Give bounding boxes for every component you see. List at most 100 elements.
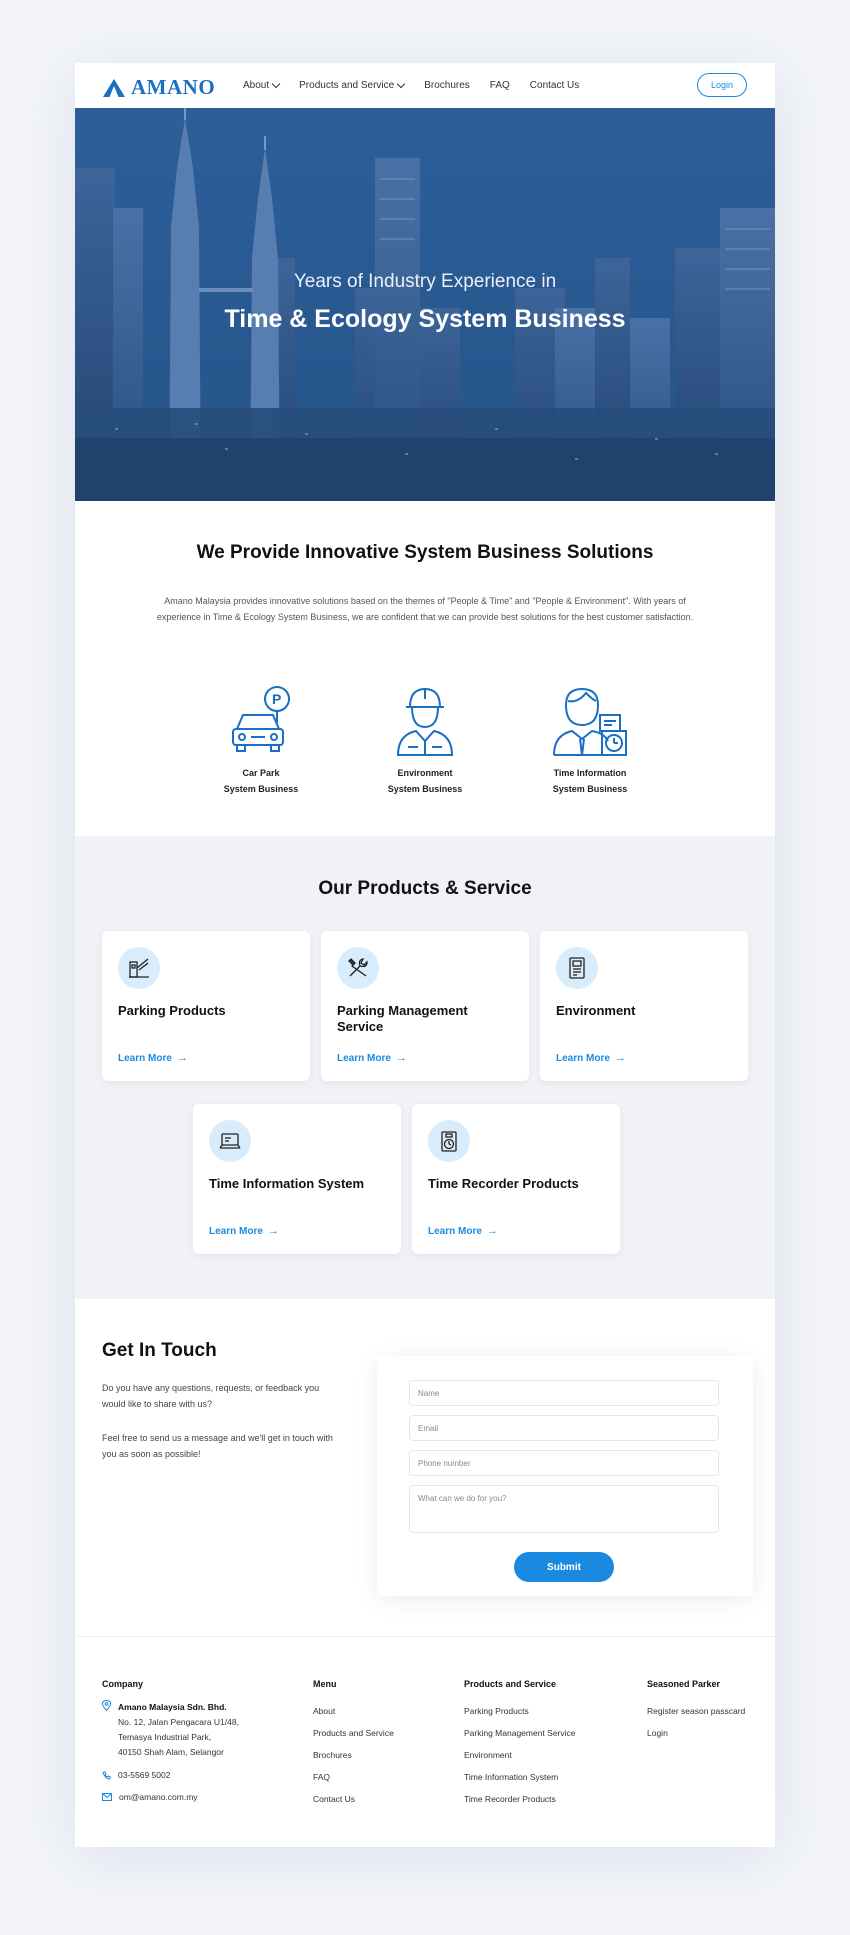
svg-text:P: P <box>272 691 281 707</box>
nav-item-contact-us[interactable]: Contact Us <box>530 80 579 91</box>
card-icon-circle <box>428 1120 470 1162</box>
submit-button[interactable]: Submit <box>514 1552 614 1582</box>
main-menu: About Products and Service Brochures FAQ… <box>243 63 579 108</box>
footer-menu: Menu About Products and Service Brochure… <box>313 1679 394 1810</box>
company-address-line: 40150 Shah Alam, Selangor <box>118 1747 224 1757</box>
product-card-environment[interactable]: Environment Learn More → <box>540 931 748 1081</box>
arrow-right-icon: → <box>486 1225 498 1237</box>
email-field[interactable]: Email <box>409 1415 719 1441</box>
chevron-down-icon <box>271 79 281 89</box>
solution-label-line2: System Business <box>387 784 463 794</box>
contact-paragraph-1: Do you have any questions, requests, or … <box>102 1383 320 1409</box>
footer-link-contact-us[interactable]: Contact Us <box>313 1788 394 1810</box>
footer-heading: Menu <box>313 1679 337 1689</box>
laptop-icon <box>219 1133 241 1149</box>
chevron-down-icon <box>396 79 406 89</box>
product-card-time-information[interactable]: Time Information System Learn More → <box>193 1104 401 1254</box>
card-title: Time Recorder Products <box>428 1176 579 1191</box>
message-textarea[interactable]: What can we do for you? <box>409 1485 719 1533</box>
nav-item-products-and-service[interactable]: Products and Service <box>299 79 406 91</box>
learn-more-link[interactable]: Learn More → <box>118 1052 188 1064</box>
nav-item-brochures[interactable]: Brochures <box>424 80 470 91</box>
arrow-right-icon: → <box>614 1052 626 1064</box>
card-icon-circle <box>118 947 160 989</box>
footer-seasoned-parker: Seasoned Parker Register season passcard… <box>647 1679 745 1744</box>
worker-icon <box>396 687 454 756</box>
company-address-line: Temasya Industrial Park, <box>118 1732 212 1742</box>
footer-link-faq[interactable]: FAQ <box>313 1766 394 1788</box>
amano-logo[interactable]: AMANO <box>103 75 215 100</box>
learn-more-link[interactable]: Learn More → <box>428 1225 498 1237</box>
logo-text: AMANO <box>131 75 216 99</box>
card-icon-circle <box>556 947 598 989</box>
learn-more-link[interactable]: Learn More → <box>337 1052 407 1064</box>
footer-link-register-season-passcard[interactable]: Register season passcard <box>647 1700 745 1722</box>
nav-item-label: About <box>243 80 270 91</box>
solutions-description: Amano Malaysia provides innovative solut… <box>156 596 694 622</box>
solution-label-line1: Car Park <box>242 768 280 778</box>
footer-divider <box>75 1636 775 1637</box>
nav-item-label: Contact Us <box>529 80 580 91</box>
arrow-right-icon: → <box>176 1052 188 1064</box>
solutions-title: We Provide Innovative System Business So… <box>196 542 654 563</box>
top-navbar: AMANO About Products and Service Brochur… <box>75 63 775 108</box>
solution-time-information: Time Information System Business <box>530 685 650 797</box>
footer-link-products-and-service[interactable]: Products and Service <box>313 1722 394 1744</box>
contact-paragraph-2: Feel free to send us a message and we'll… <box>102 1433 333 1459</box>
company-address-line: No. 12, Jalan Pengacara U1/48, <box>118 1717 239 1727</box>
arrow-right-icon: → <box>395 1052 407 1064</box>
learn-more-label: Learn More <box>118 1052 172 1064</box>
card-icon-circle <box>209 1120 251 1162</box>
product-card-time-recorder[interactable]: Time Recorder Products Learn More → <box>412 1104 620 1254</box>
footer-link-brochures[interactable]: Brochures <box>313 1744 394 1766</box>
card-title: Parking Products <box>118 1003 226 1018</box>
phone-text: 03-5569 5002 <box>118 1770 171 1780</box>
name-field[interactable]: Name <box>409 1380 719 1406</box>
logo-mark-icon <box>103 78 125 97</box>
footer-heading: Company <box>102 1679 144 1689</box>
nav-item-faq[interactable]: FAQ <box>490 80 510 91</box>
card-title: Environment <box>556 1003 636 1018</box>
office-clock-icon <box>553 687 627 756</box>
solution-environment: Environment System Business <box>365 685 485 797</box>
phone-icon <box>102 1770 111 1780</box>
solution-label-line2: System Business <box>223 784 299 794</box>
hero-title: Time & Ecology System Business <box>224 305 626 333</box>
car-park-icon: P <box>232 686 290 752</box>
learn-more-label: Learn More <box>428 1225 482 1237</box>
company-email[interactable]: om@amano.com.my <box>102 1790 239 1804</box>
footer-link-environment[interactable]: Environment <box>464 1744 576 1766</box>
product-card-parking-management[interactable]: Parking Management Service Learn More → <box>321 931 529 1081</box>
solution-car-park: P Car Park System Business <box>201 685 321 797</box>
card-title: Parking Management Service <box>337 1003 468 1034</box>
products-title: Our Products & Service <box>318 878 532 899</box>
machine-icon <box>569 957 585 979</box>
company-phone[interactable]: 03-5569 5002 <box>102 1768 239 1782</box>
footer-link-parking-products[interactable]: Parking Products <box>464 1700 576 1722</box>
get-in-touch-title: Get In Touch <box>102 1340 217 1361</box>
location-pin-icon <box>102 1700 111 1711</box>
product-card-parking-products[interactable]: Parking Products Learn More → <box>102 931 310 1081</box>
learn-more-link[interactable]: Learn More → <box>209 1225 279 1237</box>
tools-icon <box>348 958 368 977</box>
footer-company: Company Amano Malaysia Sdn. Bhd. No. 12,… <box>102 1679 239 1804</box>
barrier-gate-icon <box>129 958 149 978</box>
mail-icon <box>102 1793 112 1801</box>
login-button[interactable]: Login <box>697 73 747 97</box>
learn-more-label: Learn More <box>337 1052 391 1064</box>
learn-more-link[interactable]: Learn More → <box>556 1052 626 1064</box>
nav-item-label: Brochures <box>424 80 470 91</box>
company-name: Amano Malaysia Sdn. Bhd. <box>118 1702 227 1712</box>
footer-link-login[interactable]: Login <box>647 1722 745 1744</box>
footer-heading: Seasoned Parker <box>647 1679 721 1689</box>
footer-link-time-recorder[interactable]: Time Recorder Products <box>464 1788 576 1810</box>
email-text: om@amano.com.my <box>119 1792 198 1802</box>
footer-link-about[interactable]: About <box>313 1700 394 1722</box>
footer-link-parking-management[interactable]: Parking Management Service <box>464 1722 576 1744</box>
nav-item-about[interactable]: About <box>243 79 281 91</box>
time-recorder-icon <box>441 1131 457 1152</box>
footer-link-time-information[interactable]: Time Information System <box>464 1766 576 1788</box>
solution-label-line2: System Business <box>552 784 628 794</box>
learn-more-label: Learn More <box>209 1225 263 1237</box>
phone-field[interactable]: Phone number <box>409 1450 719 1476</box>
